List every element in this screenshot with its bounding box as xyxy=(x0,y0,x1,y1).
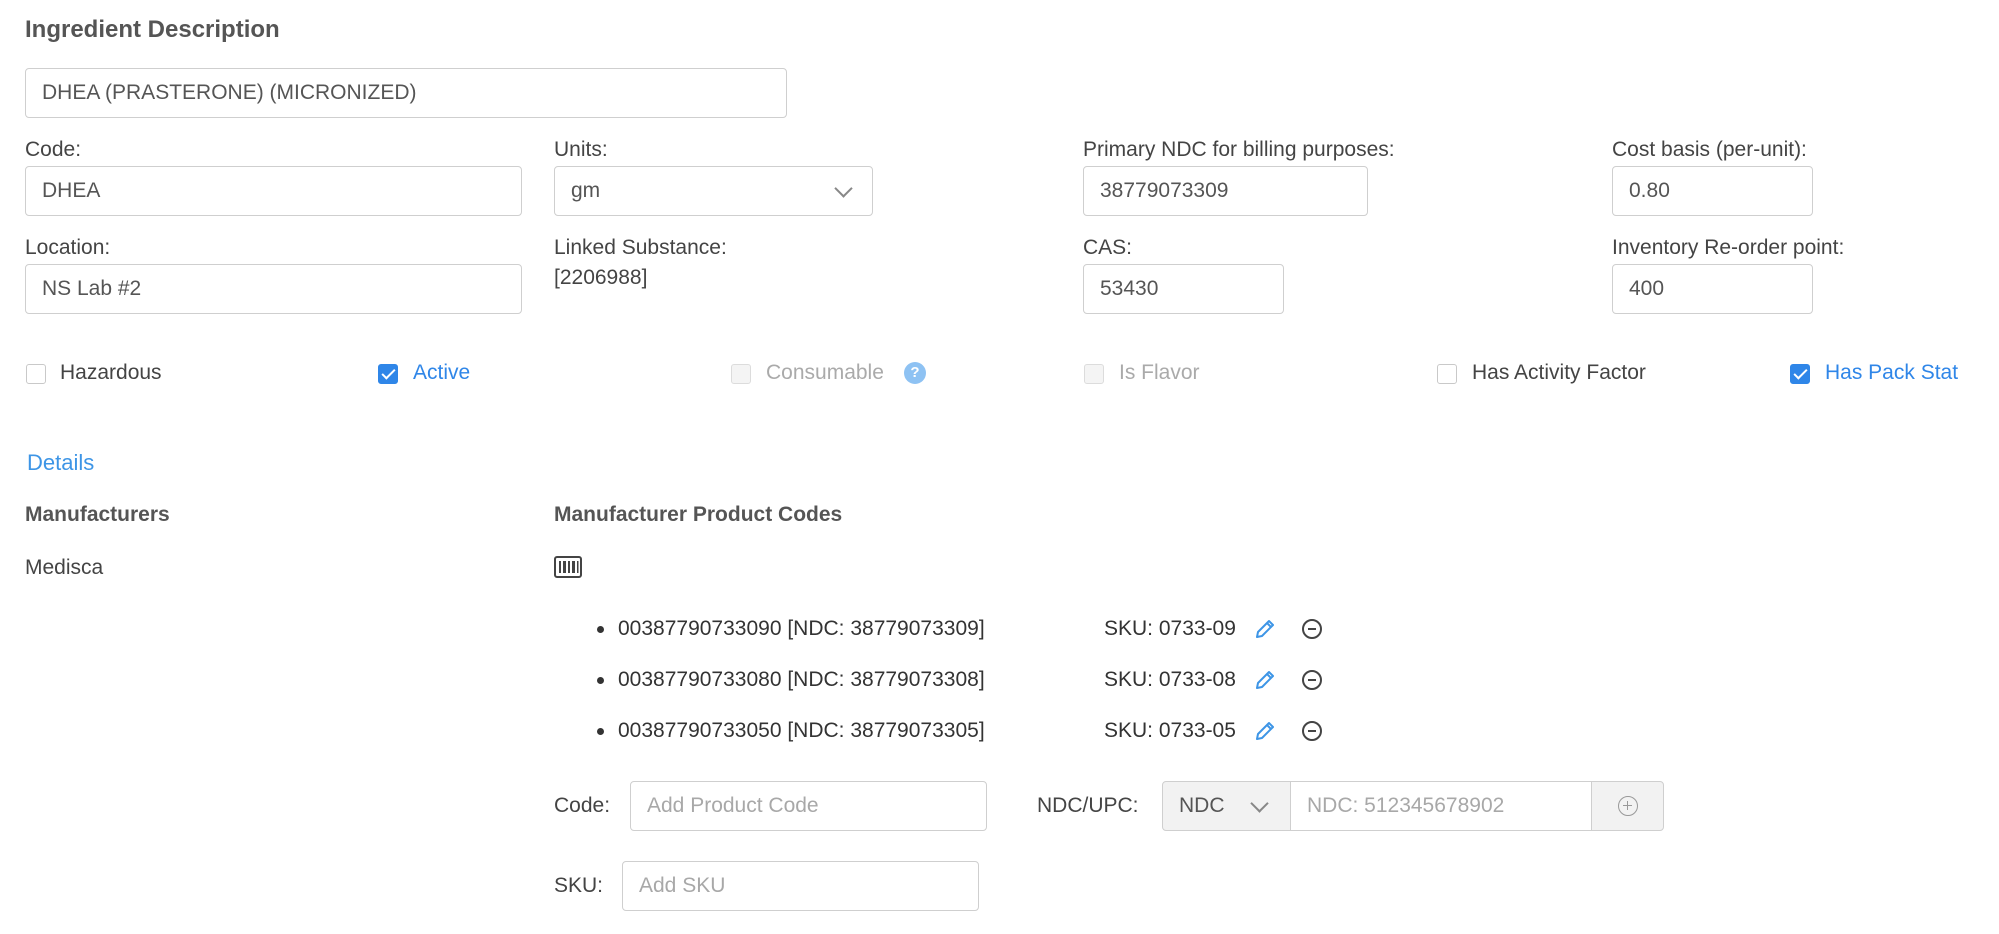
add-sku-input[interactable]: Add SKU xyxy=(622,861,979,911)
active-label: Active xyxy=(413,361,471,384)
remove-circle-icon[interactable] xyxy=(1302,721,1322,741)
product-sku: SKU: 0733-08 xyxy=(1104,668,1236,691)
consumable-label: Consumable xyxy=(766,361,884,384)
hazardous-checkbox[interactable] xyxy=(26,364,46,384)
sku-label: SKU: xyxy=(554,874,604,897)
chevron-down-icon xyxy=(1250,794,1269,813)
units-label: Units: xyxy=(554,138,608,161)
cost-basis-label: Cost basis (per-unit): xyxy=(1612,138,1807,161)
has-activity-factor-label: Has Activity Factor xyxy=(1472,361,1646,384)
ndc-number-input[interactable]: NDC: 512345678902 xyxy=(1290,781,1592,831)
ndc-type-select[interactable]: NDC xyxy=(1162,781,1291,831)
details-link[interactable]: Details xyxy=(27,450,94,476)
reorder-point-label: Inventory Re-order point: xyxy=(1612,236,1845,259)
cost-basis-input[interactable]: 0.80 xyxy=(1612,166,1813,216)
units-selected-value: gm xyxy=(571,179,601,202)
edit-pencil-icon[interactable] xyxy=(1253,719,1277,743)
location-input[interactable]: NS Lab #2 xyxy=(25,264,522,314)
units-select[interactable]: gm xyxy=(554,166,873,216)
remove-circle-icon[interactable] xyxy=(1302,619,1322,639)
ndc-type-value: NDC xyxy=(1179,794,1225,817)
linked-substance-label: Linked Substance: xyxy=(554,236,727,259)
product-code-item: 00387790733090 [NDC: 38779073309] xyxy=(618,617,985,640)
add-code-label: Code: xyxy=(554,794,611,817)
barcode-icon[interactable] xyxy=(554,556,582,578)
product-codes-header: Manufacturer Product Codes xyxy=(554,503,843,526)
active-checkbox[interactable] xyxy=(378,364,398,384)
is-flavor-checkbox[interactable] xyxy=(1084,364,1104,384)
code-input[interactable]: DHEA xyxy=(25,166,522,216)
manufacturers-header: Manufacturers xyxy=(25,503,170,526)
list-bullet xyxy=(597,728,604,735)
edit-pencil-icon[interactable] xyxy=(1253,668,1277,692)
consumable-checkbox[interactable] xyxy=(731,364,751,384)
ingredient-section-title: Ingredient Description xyxy=(25,16,280,43)
help-icon[interactable]: ? xyxy=(904,362,926,384)
location-label: Location: xyxy=(25,236,111,259)
code-label: Code: xyxy=(25,138,82,161)
list-bullet xyxy=(597,677,604,684)
product-sku: SKU: 0733-09 xyxy=(1104,617,1236,640)
manufacturer-item[interactable]: Medisca xyxy=(25,556,103,580)
has-pack-stat-checkbox[interactable] xyxy=(1790,364,1810,384)
product-sku: SKU: 0733-05 xyxy=(1104,719,1236,742)
remove-circle-icon[interactable] xyxy=(1302,670,1322,690)
hazardous-label: Hazardous xyxy=(60,361,162,384)
linked-substance-value: [2206988] xyxy=(554,266,648,289)
is-flavor-label: Is Flavor xyxy=(1119,361,1200,384)
add-product-code-input[interactable]: Add Product Code xyxy=(630,781,987,831)
product-code-item: 00387790733050 [NDC: 38779073305] xyxy=(618,719,985,742)
add-circle-icon xyxy=(1618,796,1638,816)
primary-ndc-label: Primary NDC for billing purposes: xyxy=(1083,138,1395,161)
has-pack-stat-label: Has Pack Stat xyxy=(1825,361,1959,384)
cas-label: CAS: xyxy=(1083,236,1133,259)
reorder-point-input[interactable]: 400 xyxy=(1612,264,1813,314)
ingredient-description-input[interactable]: DHEA (PRASTERONE) (MICRONIZED) xyxy=(25,68,787,118)
has-activity-factor-checkbox[interactable] xyxy=(1437,364,1457,384)
primary-ndc-input[interactable]: 38779073309 xyxy=(1083,166,1368,216)
add-code-button[interactable] xyxy=(1591,781,1664,831)
cas-input[interactable]: 53430 xyxy=(1083,264,1284,314)
product-code-item: 00387790733080 [NDC: 38779073308] xyxy=(618,668,985,691)
edit-pencil-icon[interactable] xyxy=(1253,617,1277,641)
ndc-upc-label: NDC/UPC: xyxy=(1037,794,1139,817)
chevron-down-icon xyxy=(834,179,853,198)
list-bullet xyxy=(597,626,604,633)
